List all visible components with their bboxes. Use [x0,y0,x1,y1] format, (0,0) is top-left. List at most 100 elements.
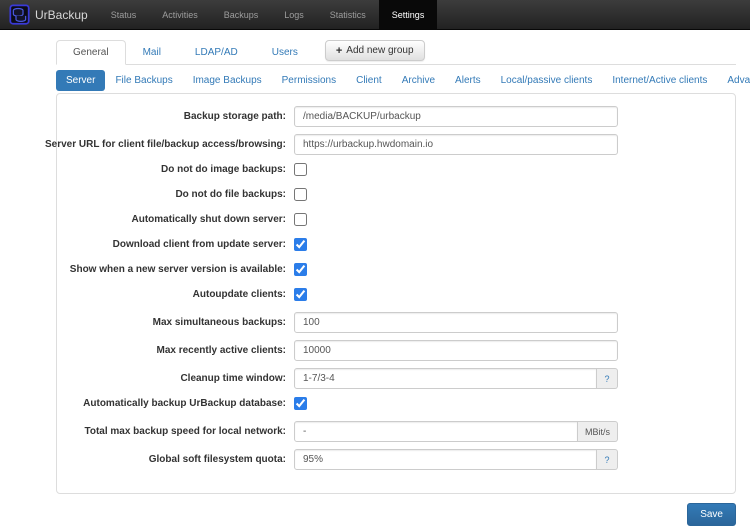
form-row-backup-storage-path: Backup storage path: [72,106,720,127]
input-group: MBit/s [294,421,618,442]
form-row-control [294,212,307,227]
input-group [294,134,618,155]
form-row-control [294,287,307,302]
form-row-label: Autoupdate clients: [72,289,286,300]
group-tabs: GeneralMailLDAP/ADUsers + Add new group [56,40,736,65]
input-group [294,340,618,361]
global-soft-fs-quota-input[interactable] [294,449,597,470]
nav-item-statistics[interactable]: Statistics [317,0,379,29]
save-button[interactable]: Save [687,503,736,526]
local-speed-input[interactable] [294,421,578,442]
navbar-menu: StatusActivitiesBackupsLogsStatisticsSet… [98,0,438,29]
settings-tab-advanced[interactable]: Advanced [717,70,750,91]
urbackup-logo-icon [9,4,30,25]
unit-addon: MBit/s [578,421,618,442]
form-row-control: ? [294,368,618,389]
form-row-control [294,396,307,411]
form-row-label: Server URL for client file/backup access… [72,139,286,150]
form-row-autoupdate-clients: Autoupdate clients: [72,287,720,302]
settings-panel: Backup storage path: Server URL for clie… [56,93,736,494]
autoupdate-clients-checkbox[interactable] [294,288,307,301]
input-group [294,312,618,333]
download-client-checkbox[interactable] [294,238,307,251]
form-row-control [294,187,307,202]
input-group [294,106,618,127]
nav-item-backups[interactable]: Backups [211,0,272,29]
form-row-label: Show when a new server version is availa… [72,264,286,275]
settings-tab-archive[interactable]: Archive [392,70,445,91]
form-row-no-image-backups: Do not do image backups: [72,162,720,177]
form-row-server-url: Server URL for client file/backup access… [72,134,720,155]
form-row-control: MBit/s [294,421,618,442]
form-row-max-sim-backups: Max simultaneous backups: [72,312,720,333]
show-server-updates-checkbox[interactable] [294,263,307,276]
form-row-label: Max simultaneous backups: [72,317,286,328]
plus-icon: + [336,46,342,56]
settings-tab-internet-active-clients[interactable]: Internet/Active clients [602,70,717,91]
group-tab-general[interactable]: General [56,40,126,65]
autoshutdown-checkbox[interactable] [294,213,307,226]
form-row-autoshutdown: Automatically shut down server: [72,212,720,227]
form-row-label: Cleanup time window: [72,373,286,384]
form-row-label: Global soft filesystem quota: [72,454,286,465]
form-row-control [294,134,618,155]
nav-item-activities[interactable]: Activities [149,0,211,29]
brand-title: UrBackup [35,8,88,22]
group-tab-mail[interactable]: Mail [126,40,178,65]
add-new-group-button[interactable]: + Add new group [325,40,425,61]
form-row-label: Download client from update server: [72,239,286,250]
top-navbar: UrBackup StatusActivitiesBackupsLogsStat… [0,0,750,30]
form-row-max-active-clients: Max recently active clients: [72,340,720,361]
help-button[interactable]: ? [597,449,618,470]
backup-storage-path-input[interactable] [294,106,618,127]
form-row-label: Automatically shut down server: [72,214,286,225]
backup-database-checkbox[interactable] [294,397,307,410]
form-row-control: ? [294,449,618,470]
form-row-control [294,106,618,127]
settings-tab-alerts[interactable]: Alerts [445,70,491,91]
server-settings-form: Backup storage path: Server URL for clie… [72,106,720,470]
form-row-label: Total max backup speed for local network… [72,426,286,437]
form-row-control [294,340,618,361]
group-tab-ldap-ad[interactable]: LDAP/AD [178,40,255,65]
settings-tab-local-passive-clients[interactable]: Local/passive clients [491,70,603,91]
form-row-cleanup-window: Cleanup time window: ? [72,368,720,389]
form-row-control [294,312,618,333]
form-row-label: Do not do file backups: [72,189,286,200]
nav-item-settings[interactable]: Settings [379,0,438,29]
cleanup-window-input[interactable] [294,368,597,389]
brand[interactable]: UrBackup [0,0,98,29]
help-button[interactable]: ? [597,368,618,389]
max-sim-backups-input[interactable] [294,312,618,333]
settings-tab-file-backups[interactable]: File Backups [105,70,182,91]
form-row-label: Max recently active clients: [72,345,286,356]
settings-tabs: ServerFile BackupsImage BackupsPermissio… [56,70,736,91]
form-row-label: Backup storage path: [72,111,286,122]
form-row-backup-database: Automatically backup UrBackup database: [72,396,720,411]
footer-actions: Save [56,503,736,526]
form-row-label: Automatically backup UrBackup database: [72,398,286,409]
form-row-download-client: Download client from update server: [72,237,720,252]
nav-item-status[interactable]: Status [98,0,150,29]
server-url-input[interactable] [294,134,618,155]
form-row-control [294,162,307,177]
group-tab-users[interactable]: Users [255,40,315,65]
input-group: ? [294,368,618,389]
add-new-group-label: Add new group [346,45,413,56]
settings-tab-image-backups[interactable]: Image Backups [183,70,272,91]
form-row-local-speed: Total max backup speed for local network… [72,421,720,442]
form-row-label: Do not do image backups: [72,164,286,175]
nav-item-logs[interactable]: Logs [271,0,317,29]
settings-tab-permissions[interactable]: Permissions [272,70,346,91]
input-group: ? [294,449,618,470]
settings-tab-server[interactable]: Server [56,70,105,91]
max-active-clients-input[interactable] [294,340,618,361]
settings-page: GeneralMailLDAP/ADUsers + Add new group … [56,40,736,526]
no-file-backups-checkbox[interactable] [294,188,307,201]
form-row-global-soft-fs-quota: Global soft filesystem quota: ? [72,449,720,470]
form-row-no-file-backups: Do not do file backups: [72,187,720,202]
form-row-show-server-updates: Show when a new server version is availa… [72,262,720,277]
settings-tab-client[interactable]: Client [346,70,392,91]
no-image-backups-checkbox[interactable] [294,163,307,176]
form-row-control [294,262,307,277]
